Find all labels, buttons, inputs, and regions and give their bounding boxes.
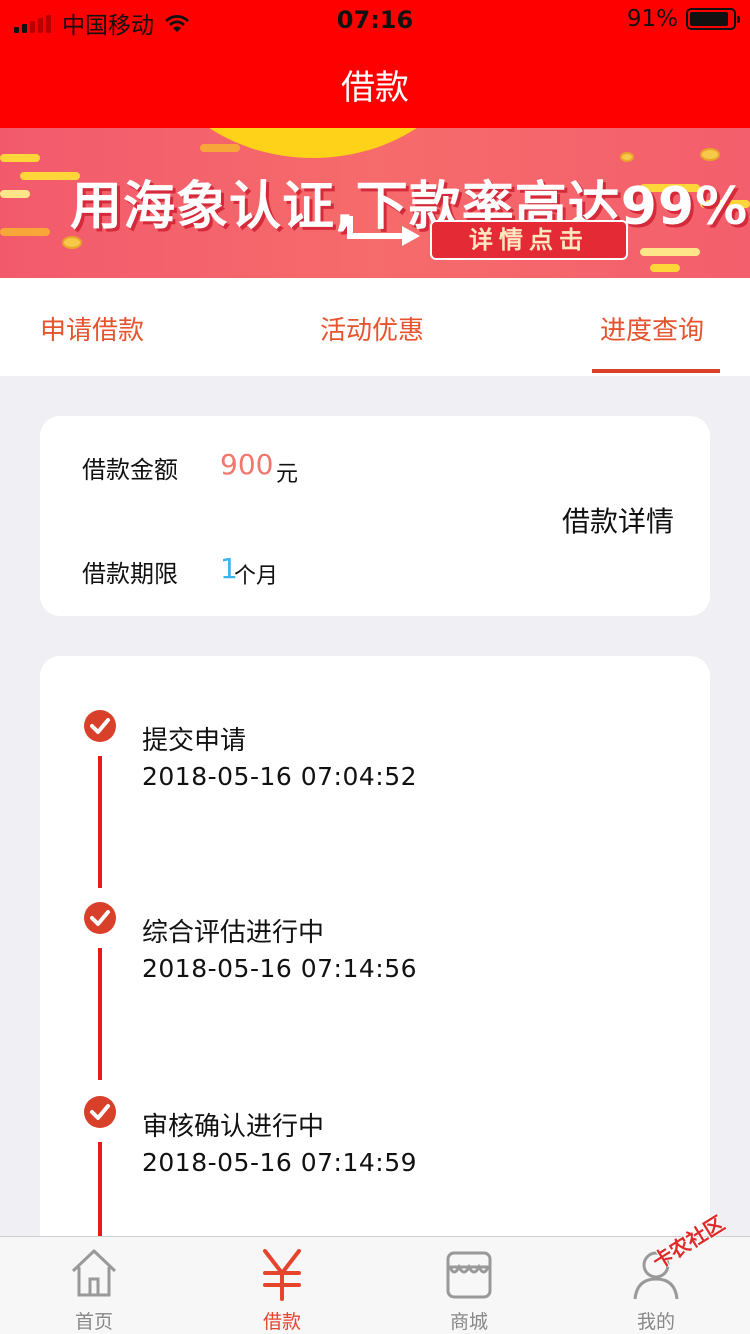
tabbar-label: 首页 [74, 1311, 113, 1333]
banner-streak [200, 144, 240, 152]
home-icon [71, 1249, 117, 1297]
tabbar-item-home[interactable]: 首页 [0, 1237, 188, 1334]
timeline-step-time: 2018-05-16 07:04:52 [142, 762, 418, 791]
coin-icon [700, 148, 720, 161]
shop-icon [446, 1251, 492, 1299]
header-bar: 中国移动 07:16 91% 借款 [0, 0, 750, 128]
banner-streak [0, 228, 50, 236]
tabbar-item-shop[interactable]: 商城 [375, 1237, 563, 1334]
battery-icon [686, 8, 740, 30]
tabbar-label: 商城 [449, 1311, 488, 1333]
check-circle-icon [84, 1096, 116, 1128]
tab-progress-query[interactable]: 进度查询 [600, 310, 704, 347]
check-circle-icon [84, 902, 116, 934]
tabbar-label: 我的 [636, 1311, 675, 1333]
loan-amount-unit: 元 [276, 462, 299, 487]
timeline-step-time: 2018-05-16 07:14:56 [142, 954, 418, 983]
page-title: 借款 [341, 68, 409, 108]
arrow-right-icon [347, 216, 420, 246]
loan-term-label: 借款期限 [82, 560, 178, 588]
promo-banner[interactable]: 用海象认证,下款率高达99%! 详情点击 [0, 128, 750, 278]
coin-icon [620, 152, 634, 162]
check-circle-icon [84, 710, 116, 742]
loan-detail-link[interactable]: 借款详情 [562, 500, 674, 540]
tab-promotions[interactable]: 活动优惠 [320, 310, 424, 347]
timeline-step-title: 提交申请 [142, 726, 247, 756]
progress-timeline-card: 提交申请 2018-05-16 07:04:52 综合评估进行中 2018-05… [40, 656, 710, 1334]
loan-summary-card: 借款金额 900 元 借款详情 借款期限 1 个月 [40, 416, 710, 616]
loan-amount-value: 900 [220, 448, 274, 481]
timeline-step-time: 2018-05-16 07:14:59 [142, 1148, 418, 1177]
yen-icon [263, 1249, 301, 1301]
banner-streak [0, 154, 40, 162]
active-tab-indicator [592, 369, 720, 373]
timeline-connector [98, 756, 102, 888]
tabbar-label: 借款 [262, 1311, 301, 1333]
segment-tabs: 申请借款 活动优惠 进度查询 [0, 278, 750, 376]
timeline-step-title: 综合评估进行中 [142, 918, 325, 948]
banner-detail-button[interactable]: 详情点击 [430, 220, 628, 260]
banner-streak [640, 248, 700, 256]
banner-streak [0, 190, 30, 198]
timeline-step-title: 审核确认进行中 [142, 1112, 325, 1142]
banner-streak [650, 264, 680, 272]
status-right: 91% [626, 6, 740, 32]
battery-percent: 91% [626, 6, 678, 32]
timeline-connector [98, 948, 102, 1080]
loan-amount-label: 借款金额 [82, 456, 178, 484]
tabbar-item-loan[interactable]: 借款 [188, 1237, 376, 1334]
banner-sun-decoration [148, 128, 478, 158]
tab-apply-loan[interactable]: 申请借款 [40, 310, 144, 347]
loan-term-unit: 个月 [234, 564, 279, 589]
status-bar: 中国移动 07:16 91% [0, 0, 750, 40]
bottom-tab-bar: 首页 借款 商城 我的 [0, 1236, 750, 1334]
